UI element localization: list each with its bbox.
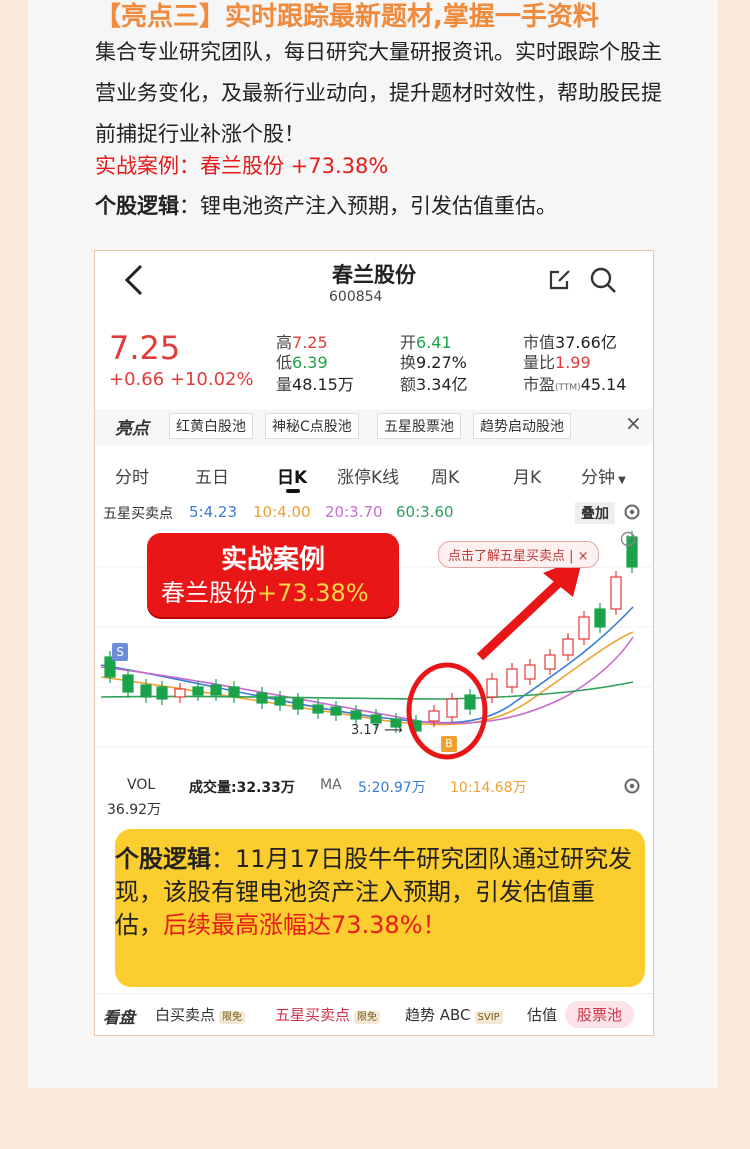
tags-title: 亮点	[115, 419, 149, 439]
ma5-value: 5:4.23	[189, 503, 237, 521]
candle	[610, 576, 622, 610]
quote-pe: 市盈(TTM)45.14	[523, 375, 627, 394]
edit-icon[interactable]	[547, 267, 573, 297]
price-change: +0.66 +10.02%	[109, 369, 254, 390]
quote-turnover: 换9.27%	[400, 353, 467, 372]
active-tab-indicator	[286, 489, 300, 493]
buy-marker: B	[441, 736, 457, 752]
volume-ma10: 10:14.68万	[450, 780, 527, 796]
candle	[544, 654, 556, 670]
overlay-button[interactable]: 叠加	[575, 502, 615, 524]
candle	[210, 684, 222, 696]
section-heading: 【亮点三】实时跟踪最新题材,掌握一手资料	[95, 2, 599, 32]
candle	[486, 678, 498, 698]
candle	[274, 696, 286, 706]
help-icon[interactable]: ?	[620, 531, 636, 551]
candle	[292, 698, 304, 710]
candle	[228, 686, 240, 698]
candle	[256, 692, 268, 704]
learn-more-chip[interactable]: 点击了解五星买卖点 | ×	[438, 541, 599, 568]
quote-volume-ratio: 量比1.99	[523, 353, 591, 372]
tab-timeshare[interactable]: 分时	[115, 463, 149, 488]
case-box-sub: 春兰股份+73.38%	[161, 579, 369, 607]
tag-item[interactable]: 五星股票池	[377, 413, 461, 439]
tab-monthly-k[interactable]: 月K	[513, 463, 541, 488]
logic-line: 个股逻辑：锂电池资产注入预期，引发估值重估。	[95, 190, 557, 220]
indicator-label[interactable]: 五星买卖点	[103, 503, 173, 523]
volume-settings-icon[interactable]	[623, 777, 641, 799]
case-line: 实战案例：春兰股份 +73.38%	[95, 154, 389, 178]
candle	[140, 684, 152, 698]
tag-item[interactable]: 红黄白股池	[169, 413, 253, 439]
chevron-down-icon: ▼	[615, 475, 626, 486]
candle	[350, 710, 362, 720]
candle	[524, 664, 536, 680]
volume-ma-label: MA	[320, 777, 342, 793]
logic-box-text: 个股逻辑：11月17日股牛牛研究团队通过研究发现，该股有锂电池资产注入预期，引发…	[115, 845, 633, 939]
volume-label: VOL	[127, 777, 156, 793]
quote-volume: 量48.15万	[276, 375, 354, 394]
candle	[446, 698, 458, 718]
tag-item[interactable]: 趋势启动股池	[473, 413, 571, 439]
candle	[156, 686, 168, 700]
ma20-value: 20:3.70	[325, 503, 383, 521]
close-icon[interactable]: ×	[625, 411, 642, 435]
bottom-title: 看盘	[103, 1008, 136, 1027]
volume-max: 36.92万	[107, 802, 162, 818]
candle	[562, 638, 574, 656]
svg-text:?: ?	[625, 535, 630, 546]
candle	[428, 710, 440, 722]
current-price: 7.25	[109, 329, 181, 367]
highlight-arrow	[476, 573, 569, 661]
tag-item[interactable]: 神秘C点股池	[265, 413, 359, 439]
ma10-value: 10:4.00	[253, 503, 311, 521]
candle	[578, 616, 590, 640]
candle	[464, 694, 476, 710]
tab-five-day[interactable]: 五日	[195, 463, 229, 488]
case-box-title: 实战案例	[220, 545, 325, 575]
intro-paragraph: 集合专业研究团队，每日研究大量研报资讯。实时跟踪个股主营业务变化，及最新行业动向…	[95, 40, 662, 146]
candle	[122, 674, 134, 693]
candle	[330, 706, 342, 716]
stock-code: 600854	[329, 289, 383, 305]
volume-total: 成交量:32.33万	[189, 780, 295, 796]
bottom-item-trend-abc[interactable]: 趋势 ABC SVIP	[405, 1004, 503, 1025]
candle	[192, 686, 204, 696]
ma60-value: 60:3.60	[396, 503, 454, 521]
app-screenshot: 春兰股份 600854 7.25 +0.66 +10.02% 高7.25 低6.…	[94, 250, 654, 1036]
logic-text: ：锂电池资产注入预期，引发估值重估。	[179, 194, 557, 218]
tab-daily-k[interactable]: 日K	[277, 463, 307, 488]
settings-icon[interactable]	[623, 503, 641, 525]
tab-limit-up-k[interactable]: 涨停K线	[337, 463, 399, 488]
case-box: 实战案例 春兰股份+73.38%	[147, 533, 399, 617]
candle	[594, 608, 606, 628]
search-icon[interactable]	[589, 266, 617, 298]
bottom-item-white-signal[interactable]: 白买卖点 限免	[155, 1004, 246, 1025]
bottom-item-five-star[interactable]: 五星买卖点 限免	[275, 1004, 381, 1025]
volume-ma5: 5:20.97万	[358, 780, 426, 796]
bottom-item-valuation[interactable]: 估值	[527, 1004, 557, 1025]
candle	[174, 688, 186, 698]
low-price-label: 3.17 ⟶	[351, 723, 403, 738]
candle	[506, 668, 518, 688]
sell-marker: S	[112, 643, 128, 661]
stock-pool-button[interactable]: 股票池	[565, 1001, 635, 1028]
tab-minute[interactable]: 分钟 ▼	[581, 463, 626, 488]
candle	[370, 714, 382, 724]
tab-weekly-k[interactable]: 周K	[431, 463, 459, 488]
quote-low: 低6.39	[276, 353, 328, 372]
logic-label: 个股逻辑	[95, 194, 179, 218]
candle	[312, 704, 324, 714]
quote-amount: 额3.34亿	[400, 375, 468, 394]
